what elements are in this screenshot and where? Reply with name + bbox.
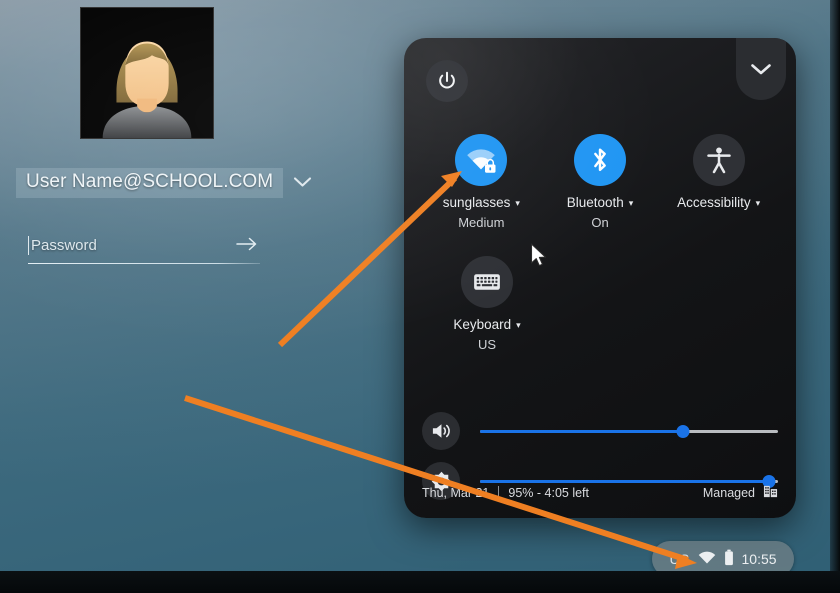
bluetooth-tile-label: Bluetooth <box>566 195 624 210</box>
feature-tiles: sunglasses ▾ Medium Bluetooth ▾ On Acces… <box>422 134 778 352</box>
chevron-down-icon[interactable]: ▾ <box>756 199 761 208</box>
bluetooth-icon[interactable] <box>574 134 626 186</box>
tray-keyboard-layout[interactable]: US <box>669 551 689 567</box>
accessibility-tile-label: Accessibility <box>677 195 751 210</box>
keyboard-tile-sub: US <box>477 337 497 352</box>
chromebook-login-screen: User Name@SCHOOL.COM Password sunglasses… <box>0 0 840 593</box>
network-tile[interactable]: sunglasses ▾ Medium <box>422 134 541 230</box>
battery-icon[interactable] <box>724 549 734 569</box>
bluetooth-tile-label-row[interactable]: Bluetooth ▾ <box>567 195 634 210</box>
password-underline <box>28 263 260 264</box>
quick-settings-panel: sunglasses ▾ Medium Bluetooth ▾ On Acces… <box>404 38 796 518</box>
user-email-row[interactable]: User Name@SCHOOL.COM <box>16 167 312 199</box>
keyboard-icon[interactable] <box>461 256 513 308</box>
power-icon <box>439 71 455 89</box>
network-tile-label: sunglasses <box>442 195 511 210</box>
wifi-icon[interactable] <box>698 551 716 568</box>
tray-clock[interactable]: 10:55 <box>742 551 777 567</box>
chevron-down-icon[interactable]: ▾ <box>516 321 521 330</box>
avatar[interactable] <box>80 7 214 139</box>
volume-slider-knob[interactable] <box>676 425 690 438</box>
volume-slider-fill <box>480 430 683 433</box>
wifi-locked-icon[interactable] <box>455 134 508 186</box>
chevron-down-icon <box>751 63 771 74</box>
battery-label[interactable]: 95% - 4:05 left <box>508 486 589 500</box>
avatar-illustration <box>81 8 213 138</box>
text-cursor <box>28 235 29 255</box>
footer-left: Thu, Mar 21 95% - 4:05 left <box>422 486 589 500</box>
mouse-cursor <box>530 243 548 274</box>
volume-up-icon[interactable] <box>422 412 460 450</box>
login-area: User Name@SCHOOL.COM Password <box>0 0 330 300</box>
accessibility-tile-label-row[interactable]: Accessibility ▾ <box>677 195 760 210</box>
volume-slider-row[interactable] <box>422 412 778 450</box>
password-placeholder[interactable]: Password <box>31 237 236 254</box>
keyboard-glyph <box>474 274 500 290</box>
date-label[interactable]: Thu, Mar 21 <box>422 486 489 500</box>
chevron-down-icon[interactable]: ▾ <box>515 199 520 208</box>
network-tile-label-row[interactable]: sunglasses ▾ <box>443 195 520 210</box>
network-tile-sub: Medium <box>458 215 505 230</box>
managed-label: Managed <box>702 486 755 500</box>
arrow-right-icon[interactable] <box>236 237 260 254</box>
keyboard-tile-label-row[interactable]: Keyboard ▾ <box>453 317 520 332</box>
footer-divider <box>498 486 500 500</box>
password-field[interactable]: Password <box>28 232 260 264</box>
volume-slider[interactable] <box>480 422 778 440</box>
keyboard-tile-label: Keyboard <box>453 317 512 332</box>
accessibility-tile[interactable]: Accessibility ▾ <box>659 134 778 230</box>
managed-indicator[interactable]: Managed <box>703 484 778 502</box>
screen-bezel-bottom <box>0 571 840 593</box>
volume-glyph <box>432 424 450 438</box>
collapse-panel-button[interactable] <box>736 38 786 100</box>
screen-bezel-right <box>830 0 840 593</box>
cursor-icon <box>530 243 547 267</box>
tray-wifi-glyph <box>698 551 715 563</box>
bluetooth-tile-sub: On <box>591 215 609 230</box>
chevron-down-icon[interactable]: ▾ <box>629 199 634 208</box>
bluetooth-tile[interactable]: Bluetooth ▾ On <box>541 134 660 230</box>
feature-tile-row-1: sunglasses ▾ Medium Bluetooth ▾ On Acces… <box>422 134 778 230</box>
panel-footer: Thu, Mar 21 95% - 4:05 left Managed <box>404 474 796 518</box>
wifi-signal-glyph <box>467 149 496 173</box>
feature-tile-row-2: Keyboard ▾ US <box>422 256 778 352</box>
chevron-down-icon[interactable] <box>293 176 312 191</box>
enterprise-glyph <box>763 485 778 498</box>
bluetooth-glyph <box>594 148 606 172</box>
power-button[interactable] <box>426 60 468 102</box>
accessibility-glyph <box>706 147 731 174</box>
enterprise-building-icon <box>763 484 778 502</box>
user-email[interactable]: User Name@SCHOOL.COM <box>16 168 284 198</box>
accessibility-icon[interactable] <box>692 134 745 186</box>
tray-battery-glyph <box>724 549 733 566</box>
